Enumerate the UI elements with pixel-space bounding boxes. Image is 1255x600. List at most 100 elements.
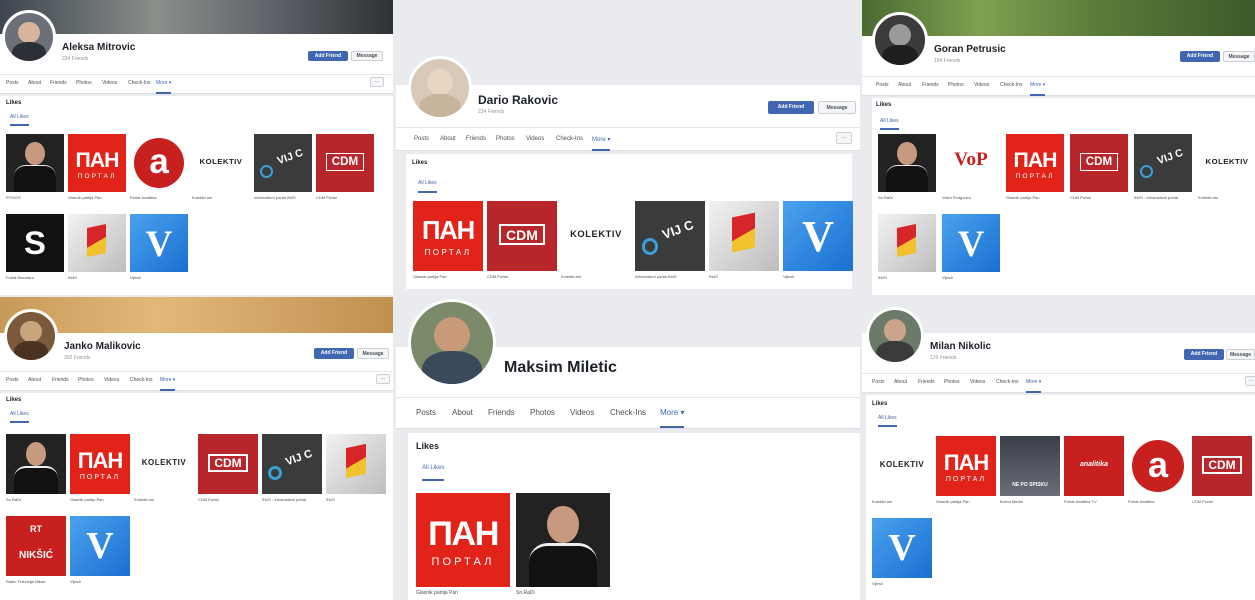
liked-page-caption[interactable]: CDM Portal [487,274,557,279]
liked-page-tile[interactable]: V [872,518,932,578]
tab-more[interactable]: More ▾ [160,377,176,391]
tab-about[interactable]: About [452,408,473,417]
message-button[interactable]: Message [351,51,383,61]
tab-checkins[interactable]: Check-Ins [130,377,153,383]
tab-checkins[interactable]: Check-Ins [1000,82,1023,88]
liked-page-caption[interactable]: Glasnik partija Pan [68,195,126,200]
add-friend-button[interactable]: Add Friend [308,51,348,61]
liked-page-tile[interactable]: a [1128,436,1188,496]
liked-page-tile[interactable]: KOLEKTIV [192,134,250,192]
profile-avatar[interactable] [872,12,928,68]
tab-photos[interactable]: Photos [944,379,960,385]
tab-more[interactable]: More ▾ [592,136,611,151]
profile-avatar[interactable] [866,307,924,365]
liked-page-caption[interactable]: Portal Analitika [130,195,188,200]
tab-photos[interactable]: Photos [948,82,964,88]
tab-photos[interactable]: Photos [76,80,92,86]
liked-page-tile[interactable]: a [130,134,188,192]
message-button[interactable]: Message [1223,51,1255,62]
liked-page-tile[interactable]: NE PO SPISKU [1000,436,1060,496]
liked-page-tile[interactable] [326,434,386,494]
tab-photos[interactable]: Photos [78,377,94,383]
liked-page-caption[interactable]: Portal Analitika TV [1064,499,1124,504]
more-options-button[interactable]: ··· [376,374,390,384]
tab-photos[interactable]: Photos [530,408,555,417]
add-friend-button[interactable]: Add Friend [1180,51,1220,62]
all-likes-tab[interactable]: All Likes [878,415,897,427]
liked-page-caption[interactable]: Glasnik partija Pan [1006,195,1064,200]
message-button[interactable]: Message [357,348,389,359]
liked-page-tile[interactable]: CDM [1192,436,1252,496]
tab-more[interactable]: More ▾ [156,80,172,94]
profile-avatar[interactable] [4,309,58,363]
profile-name[interactable]: Milan Nikolic [930,341,991,352]
liked-page-caption[interactable]: Borba Media [1000,499,1060,504]
tab-about[interactable]: About [28,377,41,383]
all-likes-tab[interactable]: All Likes [10,411,29,423]
add-friend-button[interactable]: Add Friend [768,101,814,114]
liked-page-caption[interactable]: IN4S - informativni portal [262,497,322,502]
liked-page-caption[interactable]: Kolektiv.me [192,195,250,200]
liked-page-caption[interactable]: Informativni portal IN4S [254,195,312,200]
tab-more[interactable]: More ▾ [1026,379,1042,393]
liked-page-caption[interactable]: IN4S [709,274,779,279]
tab-checkins[interactable]: Check-Ins [128,80,151,86]
liked-page-tile[interactable]: CDM [1070,134,1128,192]
liked-page-tile[interactable] [878,214,936,272]
liked-page-caption[interactable]: Radio Televizija Niksic [6,579,66,584]
liked-page-caption[interactable]: Kolektiv.me [561,274,631,279]
tab-checkins[interactable]: Check-Ins [610,408,646,417]
tab-friends[interactable]: Friends [52,377,69,383]
tab-videos[interactable]: Videos [570,408,594,417]
liked-page-tile[interactable]: ПАН ПОРТАЛ [416,493,510,587]
liked-page-tile[interactable]: V [70,516,130,576]
profile-avatar[interactable] [408,56,472,120]
liked-page-tile[interactable] [878,134,936,192]
liked-page-caption[interactable]: IN4S [68,275,126,280]
tab-checkins[interactable]: Check-Ins [556,136,583,142]
liked-page-tile[interactable]: CDM [316,134,374,192]
liked-page-tile[interactable]: CDM [198,434,258,494]
tab-photos[interactable]: Photos [496,136,515,142]
liked-page-caption[interactable]: Sn.RaDi [6,497,66,502]
liked-page-caption[interactable]: Volim Podgoricu [942,195,1000,200]
liked-page-tile[interactable]: KOLEKTIV [561,201,631,271]
liked-page-tile[interactable]: CDM [487,201,557,271]
liked-page-caption[interactable]: Glasnik partija Pan [413,274,483,279]
profile-avatar[interactable] [408,299,496,387]
tab-posts[interactable]: Posts [876,82,889,88]
liked-page-tile[interactable]: V [130,214,188,272]
liked-page-caption[interactable]: Glasnik partija Pan [936,499,996,504]
tab-posts[interactable]: Posts [414,136,429,142]
liked-page-caption[interactable]: CDM Portal [198,497,258,502]
liked-page-caption[interactable]: Vijesti [942,275,1000,280]
liked-page-tile[interactable]: VoP [942,134,1000,192]
tab-friends[interactable]: Friends [466,136,486,142]
message-button[interactable]: Message [818,101,856,114]
liked-page-caption[interactable]: Glasnik partija Pan [416,590,510,596]
liked-page-caption[interactable]: Informativni portal IN4S [635,274,705,279]
all-likes-tab[interactable]: All Likes [418,180,437,193]
liked-page-caption[interactable]: Glasnik partija Pan [70,497,130,502]
liked-page-tile[interactable] [68,214,126,272]
all-likes-tab[interactable]: All Likes [10,114,29,126]
liked-page-tile[interactable]: KOLEKTIV [872,436,932,496]
liked-page-caption[interactable]: Portal Analitika [1128,499,1188,504]
tab-more[interactable]: More ▾ [660,408,685,428]
tab-posts[interactable]: Posts [6,377,19,383]
tab-about[interactable]: About [28,80,41,86]
all-likes-tab[interactable]: All Likes [880,118,899,130]
add-friend-button[interactable]: Add Friend [314,348,354,359]
liked-page-tile[interactable]: S [6,214,64,272]
tab-videos[interactable]: Videos [974,82,989,88]
tab-friends[interactable]: Friends [488,408,515,417]
tab-posts[interactable]: Posts [6,80,19,86]
liked-page-tile[interactable]: RT NIKŠIĆ [6,516,66,576]
liked-page-tile[interactable]: VIJ C [1134,134,1192,192]
tab-videos[interactable]: Videos [526,136,544,142]
profile-avatar[interactable] [2,10,56,64]
liked-page-caption[interactable]: CDM Portal [1192,499,1252,504]
profile-name[interactable]: Goran Petrusic [934,44,1006,55]
more-options-button[interactable]: ··· [1245,376,1255,386]
liked-page-tile[interactable]: V [942,214,1000,272]
